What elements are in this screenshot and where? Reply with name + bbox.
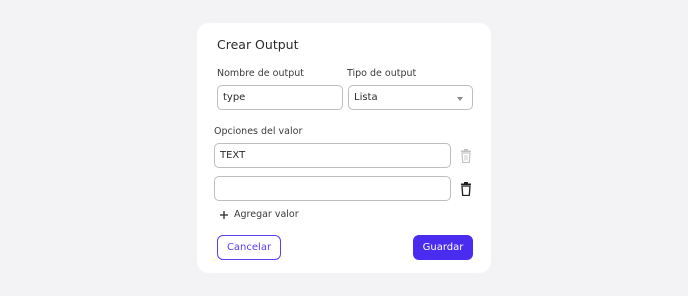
add-value-label: Agregar valor	[234, 209, 299, 220]
save-button[interactable]: Guardar	[413, 235, 473, 260]
trash-icon[interactable]	[460, 149, 472, 163]
output-name-value: type	[223, 92, 246, 103]
option-value-input-1[interactable]: TEXT	[214, 143, 451, 168]
output-type-value: Lista	[354, 92, 378, 103]
output-type-label: Tipo de output	[347, 68, 417, 79]
output-name-input[interactable]: type	[217, 85, 343, 110]
option-value-input-2[interactable]	[214, 176, 451, 201]
option-value-1: TEXT	[220, 150, 246, 161]
trash-icon[interactable]	[460, 182, 472, 196]
chevron-down-icon	[457, 97, 463, 101]
plus-icon	[220, 210, 228, 219]
options-label: Opciones del valor	[214, 126, 303, 137]
dialog-title: Crear Output	[217, 37, 299, 52]
add-value-button[interactable]: Agregar valor	[219, 209, 299, 220]
create-output-dialog: Crear Output Nombre de output type Tipo …	[197, 23, 491, 273]
cancel-button[interactable]: Cancelar	[217, 235, 281, 260]
output-name-label: Nombre de output	[217, 68, 304, 79]
output-type-select[interactable]: Lista	[348, 85, 473, 110]
